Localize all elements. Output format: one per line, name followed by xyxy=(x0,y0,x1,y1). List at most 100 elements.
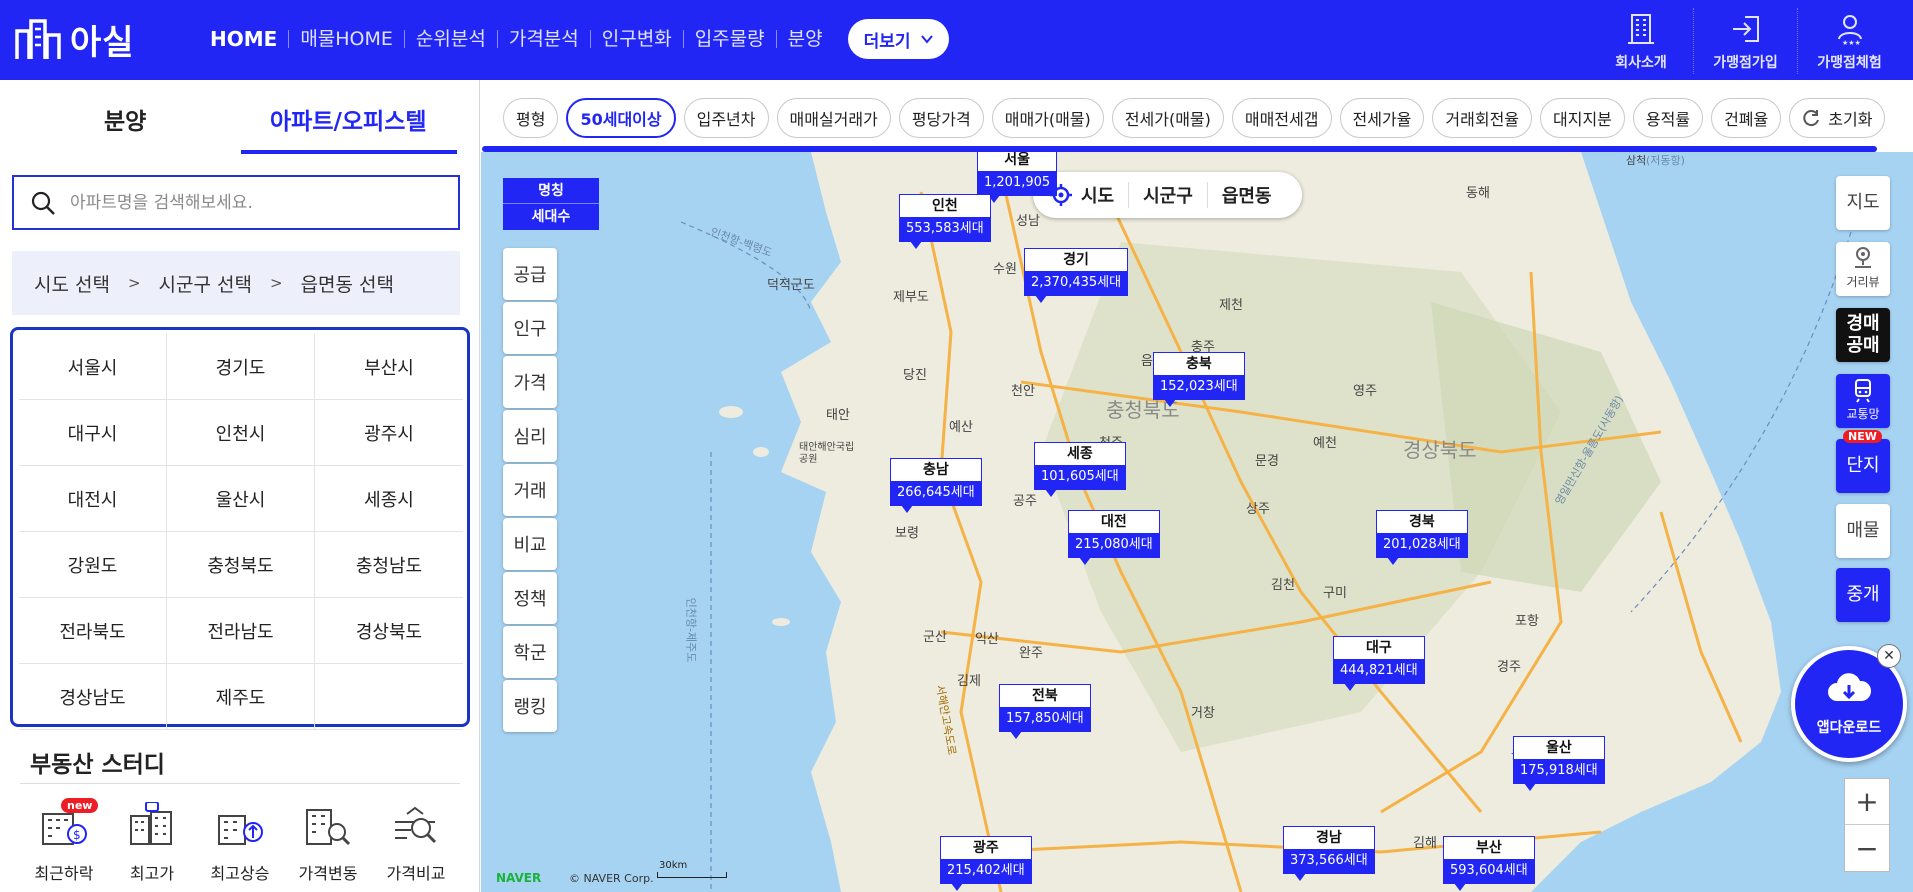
marker-count: 444,821세대 xyxy=(1334,659,1424,683)
region-cell[interactable]: 서울시 xyxy=(19,334,167,400)
map-type-button[interactable]: 지도 xyxy=(1836,176,1890,230)
auction-button[interactable]: 경매 공매 xyxy=(1836,308,1890,362)
map-btn-transaction[interactable]: 거래 xyxy=(503,464,557,516)
more-button[interactable]: 더보기 xyxy=(847,19,949,59)
study-price-change[interactable]: 가격변동 xyxy=(284,802,372,884)
company-intro-button[interactable]: 회사소개 xyxy=(1589,8,1693,74)
chip-price-per-pyeong[interactable]: 평당가격 xyxy=(898,98,984,138)
chip-50-households[interactable]: 50세대이상 xyxy=(566,98,676,138)
map-btn-compare[interactable]: 비교 xyxy=(503,518,557,570)
zoom-in-button[interactable]: + xyxy=(1845,779,1889,825)
region-marker-busan[interactable]: 부산 593,604세대 xyxy=(1443,836,1535,891)
apartment-search-input[interactable] xyxy=(70,192,430,213)
chip-land-share[interactable]: 대지지분 xyxy=(1540,98,1625,138)
region-cell[interactable]: 대구시 xyxy=(19,400,167,466)
transit-button[interactable]: 교통망 xyxy=(1836,374,1890,428)
region-marker-chungbuk[interactable]: 충북 152,023세대 xyxy=(1153,352,1245,407)
map-btn-sentiment[interactable]: 심리 xyxy=(503,410,557,462)
breadcrumb-district[interactable]: 시군구 선택 xyxy=(159,270,252,297)
franchise-join-button[interactable]: 가맹점가입 xyxy=(1693,8,1797,74)
region-cell[interactable]: 강원도 xyxy=(19,532,167,598)
marker-count: 266,645세대 xyxy=(891,481,981,505)
chip-jeonse-listing-price[interactable]: 전세가(매물) xyxy=(1111,98,1224,138)
level-province[interactable]: 시도 xyxy=(1073,182,1128,208)
map-btn-school[interactable]: 학군 xyxy=(503,626,557,678)
chip-area[interactable]: 평형 xyxy=(503,98,559,138)
region-marker-incheon[interactable]: 인천 553,583세대 xyxy=(899,194,991,249)
cloud-download-icon xyxy=(1828,673,1872,701)
logo[interactable]: 아실 xyxy=(14,14,135,64)
study-recent-drop[interactable]: $ new 최근하락 xyxy=(20,798,108,884)
tab-apartment-officetel[interactable]: 아파트/오피스텔 xyxy=(270,102,427,136)
nav-move-in[interactable]: 입주물량 xyxy=(684,20,776,58)
region-cell[interactable]: 울산시 xyxy=(167,466,315,532)
nav-population[interactable]: 인구변화 xyxy=(591,20,683,58)
nav-presale[interactable]: 분양 xyxy=(777,20,834,58)
map-place: 예산 xyxy=(949,420,973,435)
broker-button[interactable]: 중개 xyxy=(1836,568,1890,622)
nav-home[interactable]: HOME xyxy=(210,20,288,58)
region-marker-gwangju[interactable]: 광주 215,402세대 xyxy=(940,836,1032,891)
level-district[interactable]: 시군구 xyxy=(1128,182,1207,208)
region-cell[interactable]: 충청남도 xyxy=(315,532,463,598)
region-cell[interactable]: 경상북도 xyxy=(315,598,463,664)
study-price-compare[interactable]: 가격비교 xyxy=(372,802,460,884)
region-cell[interactable]: 제주도 xyxy=(167,664,315,730)
chip-sale-listing-price[interactable]: 매매가(매물) xyxy=(991,98,1104,138)
region-marker-sejong[interactable]: 세종 101,605세대 xyxy=(1034,442,1126,497)
map-background xyxy=(481,152,1913,892)
region-cell[interactable]: 인천시 xyxy=(167,400,315,466)
region-marker-gyeongbuk[interactable]: 경북 201,028세대 xyxy=(1376,510,1468,565)
region-marker-chungnam[interactable]: 충남 266,645세대 xyxy=(890,458,982,513)
study-highest-rise[interactable]: 최고상승 xyxy=(196,802,284,884)
chip-sale-real-price[interactable]: 매매실거래가 xyxy=(776,98,891,138)
region-cell[interactable]: 충청북도 xyxy=(167,532,315,598)
map-btn-supply[interactable]: 공급 xyxy=(503,248,557,300)
breadcrumb-town[interactable]: 읍면동 선택 xyxy=(301,270,394,297)
close-icon[interactable]: ✕ xyxy=(1877,644,1901,668)
listing-button[interactable]: 매물 xyxy=(1836,504,1890,558)
chip-sale-jeonse-gap[interactable]: 매매전세갭 xyxy=(1231,98,1332,138)
region-marker-ulsan[interactable]: 울산 175,918세대 xyxy=(1513,736,1605,791)
region-cell[interactable]: 부산시 xyxy=(315,334,463,400)
region-cell[interactable]: 전라남도 xyxy=(167,598,315,664)
zoom-out-button[interactable]: − xyxy=(1845,825,1889,871)
chip-floor-area-ratio[interactable]: 용적률 xyxy=(1632,98,1704,138)
region-marker-gyeonggi[interactable]: 경기 2,370,435세대 xyxy=(1024,248,1129,303)
chip-jeonse-ratio[interactable]: 전세가율 xyxy=(1339,98,1425,138)
study-divider xyxy=(20,783,460,784)
chip-reset[interactable]: 초기화 xyxy=(1789,98,1886,138)
level-town[interactable]: 읍면동 xyxy=(1206,182,1286,208)
region-cell[interactable]: 경상남도 xyxy=(19,664,167,730)
public-sale-label: 공매 xyxy=(1846,335,1880,356)
breadcrumb-province[interactable]: 시도 선택 xyxy=(34,270,110,297)
franchise-trial-button[interactable]: ★★★ 가맹점체험 xyxy=(1797,8,1901,74)
nav-price-analysis[interactable]: 가격분석 xyxy=(498,20,590,58)
region-cell[interactable]: 전라북도 xyxy=(19,598,167,664)
nav-listing-home[interactable]: 매물HOME xyxy=(289,20,404,58)
map-btn-price[interactable]: 가격 xyxy=(503,356,557,408)
chip-building-coverage[interactable]: 건폐율 xyxy=(1711,98,1782,138)
map-btn-policy[interactable]: 정책 xyxy=(503,572,557,624)
chip-move-in-years[interactable]: 입주년차 xyxy=(683,98,769,138)
region-marker-daegu[interactable]: 대구 444,821세대 xyxy=(1333,636,1425,691)
street-view-button[interactable]: 거리뷰 xyxy=(1836,242,1890,296)
region-cell[interactable]: 경기도 xyxy=(167,334,315,400)
region-marker-jeonbuk[interactable]: 전북 157,850세대 xyxy=(999,684,1091,739)
tab-presale[interactable]: 분양 xyxy=(104,102,146,136)
region-cell[interactable]: 대전시 xyxy=(19,466,167,532)
user-stars-icon: ★★★ xyxy=(1837,15,1862,46)
study-highest-price[interactable]: 최고가 xyxy=(108,802,196,884)
region-marker-gyeongnam[interactable]: 경남 373,566세대 xyxy=(1283,826,1375,881)
region-cell[interactable]: 세종시 xyxy=(315,466,463,532)
map-btn-population[interactable]: 인구 xyxy=(503,302,557,354)
complex-button[interactable]: 단지 xyxy=(1836,439,1890,493)
chip-turnover-rate[interactable]: 거래회전율 xyxy=(1432,98,1533,138)
nav-ranking[interactable]: 순위분석 xyxy=(405,20,497,58)
region-cell[interactable]: 광주시 xyxy=(315,400,463,466)
region-marker-seoul[interactable]: 서울 1,201,905 xyxy=(977,152,1058,203)
apartment-search-box[interactable] xyxy=(12,175,460,230)
region-marker-daejeon[interactable]: 대전 215,080세대 xyxy=(1068,510,1160,565)
map-area[interactable]: 동해 덕적군도 제부도 수원 성남 제천 충주 음성 당진 천안 충청북도 영주… xyxy=(481,152,1913,892)
map-btn-ranking[interactable]: 랭킹 xyxy=(503,680,557,732)
